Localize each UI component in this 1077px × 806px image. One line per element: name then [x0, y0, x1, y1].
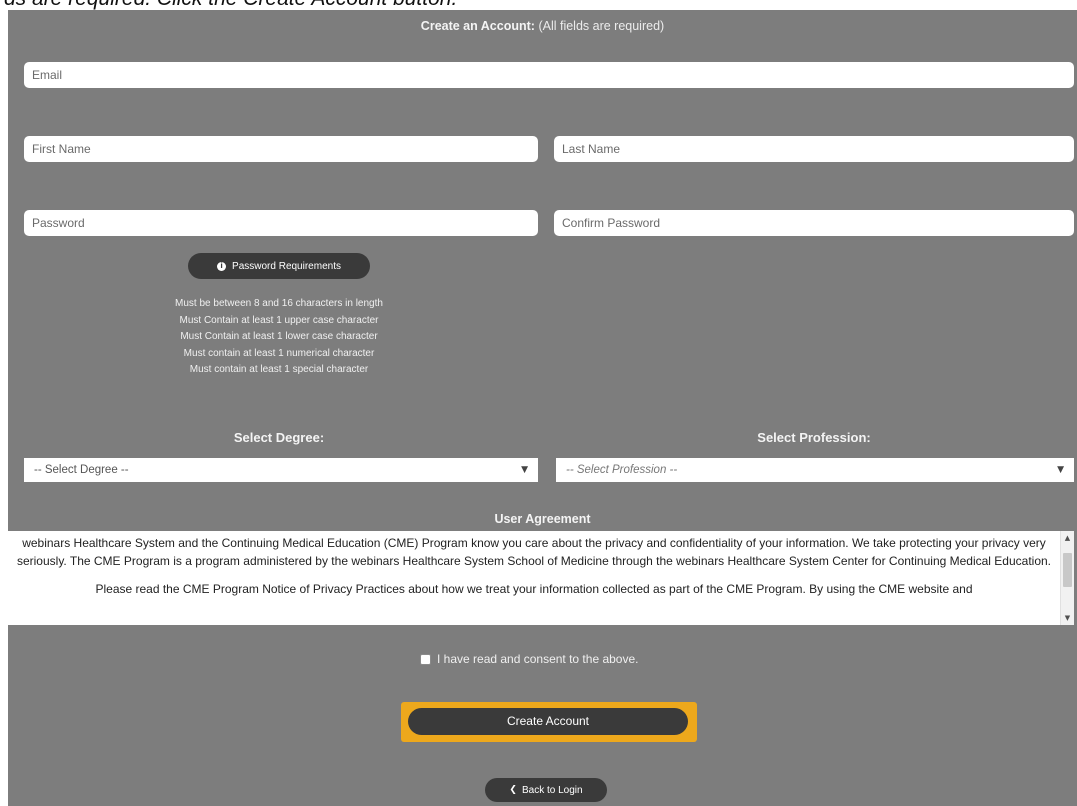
profession-select[interactable]: -- Select Profession -- ▼ — [556, 458, 1074, 482]
scroll-up-icon[interactable]: ▲ — [1061, 534, 1074, 542]
user-agreement-text: webinars Healthcare System and the Conti… — [8, 531, 1060, 608]
info-icon: i — [217, 261, 227, 271]
profession-label: Select Profession: — [757, 430, 871, 445]
create-account-panel: Create an Account: (All fields are requi… — [8, 10, 1077, 806]
user-agreement-title: User Agreement — [494, 512, 591, 526]
password-placeholder: Password — [32, 216, 85, 230]
degree-selected-value: -- Select Degree -- — [34, 464, 129, 476]
password-field[interactable]: Password — [24, 210, 538, 236]
scroll-down-icon[interactable]: ▼ — [1061, 614, 1074, 622]
caret-down-icon: ▼ — [521, 465, 528, 475]
chevron-left-icon: ❮ — [509, 785, 517, 795]
agreement-paragraph: webinars Healthcare System and the Conti… — [16, 536, 1052, 568]
requirement-item: Must contain at least 1 special characte… — [189, 364, 369, 375]
confirm-password-placeholder: Confirm Password — [562, 216, 661, 230]
requirement-item: Must be between 8 and 16 characters in l… — [175, 298, 383, 309]
form-title: Create an Account: (All fields are requi… — [8, 19, 1077, 33]
confirm-password-field[interactable]: Confirm Password — [554, 210, 1074, 236]
consent-row: I have read and consent to the above. — [420, 652, 638, 666]
agreement-paragraph: Please read the CME Program Notice of Pr… — [95, 582, 973, 596]
last-name-placeholder: Last Name — [562, 142, 621, 156]
agreement-scrollbar[interactable]: ▲ ▼ — [1060, 531, 1074, 625]
degree-select[interactable]: -- Select Degree -- ▼ — [24, 458, 538, 482]
password-requirements-button[interactable]: i Password Requirements — [188, 253, 370, 279]
first-name-field[interactable]: First Name — [24, 136, 538, 162]
instruction-banner: ds are required. Click the Create Accoun… — [0, 0, 1077, 10]
create-account-button[interactable]: Create Account — [408, 708, 688, 735]
back-to-login-label: Back to Login — [521, 784, 583, 796]
password-requirements-list: Must be between 8 and 16 characters in l… — [8, 296, 550, 379]
email-field[interactable]: Email — [24, 62, 1074, 88]
consent-checkbox[interactable] — [420, 653, 431, 665]
form-title-bold: Create an Account: — [420, 19, 535, 33]
password-requirements-label: Password Requirements — [232, 260, 341, 272]
instruction-text: ds are required. Click the Create Accoun… — [4, 0, 457, 10]
consent-label: I have read and consent to the above. — [437, 652, 639, 666]
requirement-item: Must contain at least 1 numerical charac… — [183, 347, 375, 359]
requirement-item: Must Contain at least 1 upper case chara… — [179, 314, 379, 326]
requirement-item: Must Contain at least 1 lower case chara… — [180, 331, 378, 342]
caret-down-icon: ▼ — [1057, 465, 1064, 475]
email-placeholder: Email — [32, 68, 63, 82]
back-to-login-button[interactable]: ❮ Back to Login — [485, 778, 607, 802]
user-agreement-box[interactable]: webinars Healthcare System and the Conti… — [8, 531, 1074, 625]
last-name-field[interactable]: Last Name — [554, 136, 1074, 162]
form-title-note: (All fields are required) — [538, 19, 665, 33]
degree-label: Select Degree: — [233, 430, 325, 445]
profession-selected-value: -- Select Profession -- — [566, 464, 678, 476]
scroll-thumb[interactable] — [1063, 553, 1072, 587]
first-name-placeholder: First Name — [32, 142, 91, 156]
